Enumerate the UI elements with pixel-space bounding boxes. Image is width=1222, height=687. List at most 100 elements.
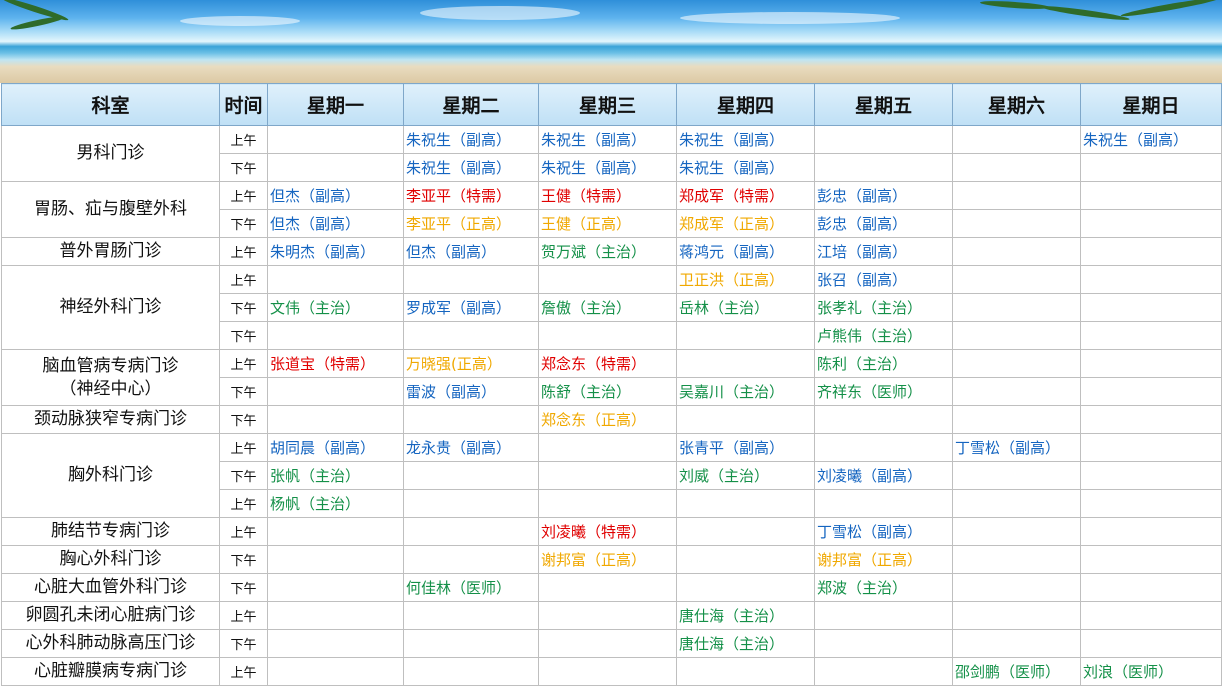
doctor-cell [814,601,953,630]
department-cell: 胸心外科门诊 [1,545,220,574]
doctor-cell [267,545,404,574]
doctor-cell: 郑念东（正高） [538,405,677,434]
doctor-cell [1080,405,1222,434]
doctor-cell [676,573,815,602]
table-row: 男科门诊 上午 朱祝生（副高） 朱祝生（副高） 朱祝生（副高） 朱祝生（副高） [1,125,1222,182]
doctor-cell: 朱祝生（副高） [676,125,815,154]
doctor-cell: 谢邦富（正高） [538,545,677,574]
doctor-cell: 但杰（副高） [403,237,539,266]
doctor-cell [814,489,953,518]
doctor-cell [538,629,677,658]
time-cell: 上午 [219,237,268,266]
doctor-cell [1080,461,1222,490]
doctor-cell [403,321,539,350]
doctor-cell: 杨帆（主治） [267,489,404,518]
time-cell: 上午 [219,125,268,154]
doctor-cell [403,657,539,686]
department-cell: 心脏瓣膜病专病门诊 [1,657,220,686]
department-cell: 卵圆孔未闭心脏病门诊 [1,601,220,630]
doctor-cell: 丁雪松（副高） [814,517,953,546]
doctor-cell [1080,181,1222,210]
time-cell: 下午 [219,377,268,406]
time-cell: 下午 [219,573,268,602]
time-cell: 上午 [219,489,268,518]
beach-banner [0,0,1222,83]
time-cell: 下午 [219,461,268,490]
doctor-cell: 岳林（主治） [676,293,815,322]
doctor-cell: 朱祝生（副高） [538,153,677,182]
department-cell: 颈动脉狭窄专病门诊 [1,405,220,434]
doctor-cell: 郑成军（特需） [676,181,815,210]
doctor-cell [952,545,1081,574]
time-cell: 下午 [219,629,268,658]
doctor-cell: 郑念东（特需） [538,349,677,378]
doctor-cell [538,321,677,350]
doctor-cell [952,629,1081,658]
table-row: 胸外科门诊 上午 胡同晨（副高） 龙永贵（副高） 张青平（副高） 丁雪松（副高） [1,433,1222,518]
doctor-cell: 龙永贵（副高） [403,433,539,462]
doctor-cell [1080,377,1222,406]
doctor-cell: 但杰（副高） [267,181,404,210]
department-cell: 脑血管病专病门诊 （神经中心） [1,349,220,406]
doctor-cell [538,461,677,490]
doctor-cell [1080,237,1222,266]
doctor-cell [814,433,953,462]
doctor-cell [1080,349,1222,378]
doctor-cell [538,433,677,462]
doctor-cell [403,601,539,630]
doctor-cell: 詹傲（主治） [538,293,677,322]
doctor-cell: 王健（正高） [538,209,677,238]
doctor-cell [952,489,1081,518]
doctor-cell [267,321,404,350]
doctor-cell [952,601,1081,630]
doctor-cell: 吴嘉川（主治） [676,377,815,406]
doctor-cell [1080,517,1222,546]
doctor-cell [1080,629,1222,658]
doctor-cell: 唐仕海（主治） [676,601,815,630]
header-day-fri: 星期五 [814,83,953,126]
doctor-cell [814,405,953,434]
doctor-cell [267,629,404,658]
doctor-cell: 卢熊伟（主治） [814,321,953,350]
doctor-cell: 张青平（副高） [676,433,815,462]
doctor-cell: 雷波（副高） [403,377,539,406]
doctor-cell: 彭忠（副高） [814,209,953,238]
time-cell: 下午 [219,321,268,350]
time-cell: 上午 [219,349,268,378]
doctor-cell [1080,433,1222,462]
doctor-cell [403,517,539,546]
department-cell: 胸外科门诊 [1,433,220,518]
doctor-cell [267,125,404,154]
department-cell: 心脏大血管外科门诊 [1,573,220,602]
doctor-cell: 张孝礼（主治） [814,293,953,322]
time-cell: 上午 [219,181,268,210]
doctor-cell: 朱祝生（副高） [676,153,815,182]
doctor-cell [952,209,1081,238]
header-day-sat: 星期六 [952,83,1081,126]
doctor-cell [267,601,404,630]
doctor-cell [1080,321,1222,350]
table-row: 卵圆孔未闭心脏病门诊 上午 唐仕海（主治） [1,601,1222,630]
doctor-cell [952,349,1081,378]
doctor-cell [403,461,539,490]
doctor-cell [1080,293,1222,322]
doctor-cell: 卫正洪（正高） [676,265,815,294]
doctor-cell: 朱祝生（副高） [403,153,539,182]
time-cell: 上午 [219,265,268,294]
doctor-cell: 贺万斌（主治） [538,237,677,266]
header-day-wed: 星期三 [538,83,677,126]
doctor-cell: 唐仕海（主治） [676,629,815,658]
doctor-cell: 丁雪松（副高） [952,433,1081,462]
doctor-cell [814,629,953,658]
doctor-cell [267,377,404,406]
doctor-cell [538,265,677,294]
doctor-cell [403,545,539,574]
clinic-schedule-table: 科室 时间 星期一 星期二 星期三 星期四 星期五 星期六 星期日 男科门诊 上午… [1,83,1222,686]
department-cell: 普外胃肠门诊 [1,237,220,266]
doctor-cell: 朱明杰（副高） [267,237,404,266]
doctor-cell [676,657,815,686]
doctor-cell [676,545,815,574]
doctor-cell [403,489,539,518]
doctor-cell [403,265,539,294]
doctor-cell [538,489,677,518]
